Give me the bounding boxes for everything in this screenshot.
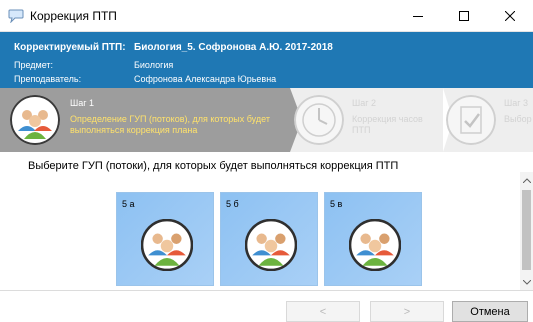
teacher-value: Софронова Александра Юрьевна (134, 74, 277, 84)
group-people-icon (141, 219, 193, 271)
group-people-icon (349, 219, 401, 271)
scroll-down-button[interactable] (520, 276, 533, 288)
step-1-number: Шаг 1 (70, 98, 95, 108)
scroll-up-button[interactable] (520, 174, 533, 186)
teacher-label: Преподаватель: (14, 74, 82, 84)
step-2: Шаг 2 Коррекция часов ПТП (294, 88, 442, 152)
subject-value: Биология (134, 60, 174, 70)
group-tile-label: 5 б (226, 199, 239, 209)
checklist-icon (446, 95, 496, 145)
next-button[interactable]: > (370, 301, 444, 322)
title-bar: Коррекция ПТП (0, 0, 533, 32)
step-3-text: Выбор сокра (504, 114, 533, 124)
window-title: Коррекция ПТП (30, 9, 117, 23)
group-people-icon (10, 95, 60, 145)
group-tile-label: 5 в (330, 199, 343, 209)
chevron-down-icon (522, 279, 531, 285)
ptp-value: Биология_5. Софронова А.Ю. 2017-2018 (134, 42, 333, 53)
instruction-text: Выберите ГУП (потоки), для которых будет… (28, 160, 399, 172)
maximize-button[interactable] (441, 0, 487, 32)
maximize-icon (459, 11, 469, 21)
group-tile-label: 5 а (122, 199, 135, 209)
group-tile-5b[interactable]: 5 б (220, 192, 318, 286)
group-tile-5a[interactable]: 5 а (116, 192, 214, 286)
minimize-icon (413, 16, 423, 17)
step-2-text: Коррекция часов ПТП (352, 114, 423, 135)
close-icon (505, 11, 515, 21)
vertical-scrollbar[interactable] (520, 172, 533, 290)
step-1: Шаг 1 Определение ГУП (потоков), для кот… (0, 88, 290, 152)
minimize-button[interactable] (395, 0, 441, 32)
group-tile-5v[interactable]: 5 в (324, 192, 422, 286)
cancel-button[interactable]: Отмена (452, 301, 528, 322)
step-3: Шаг 3 Выбор сокра (446, 88, 533, 152)
speech-bubble-icon (8, 9, 24, 23)
bottom-bar: < > Отмена (0, 290, 533, 322)
subject-label: Предмет: (14, 60, 54, 70)
step-1-text: Определение ГУП (потоков), для которых б… (70, 114, 270, 135)
clock-icon (294, 95, 344, 145)
ptp-info-panel: Корректируемый ПТП: Биология_5. Софронов… (0, 32, 533, 88)
group-people-icon (245, 219, 297, 271)
scroll-thumb[interactable] (522, 190, 531, 270)
chevron-up-icon (522, 177, 531, 183)
step-2-number: Шаг 2 (352, 98, 377, 108)
step-3-number: Шаг 3 (504, 98, 529, 108)
close-button[interactable] (487, 0, 533, 32)
ptp-label: Корректируемый ПТП: (14, 42, 126, 53)
back-button[interactable]: < (286, 301, 360, 322)
wizard-steps: Шаг 1 Определение ГУП (потоков), для кот… (0, 88, 533, 152)
